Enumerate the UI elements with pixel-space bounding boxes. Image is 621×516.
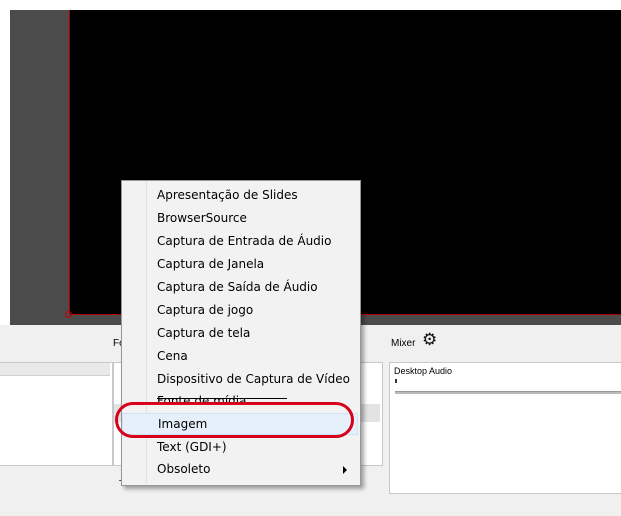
mixer-channel-label: Desktop Audio <box>394 366 453 376</box>
menu-item-browsersource[interactable]: BrowserSource <box>122 208 358 230</box>
scenes-list[interactable] <box>0 362 113 466</box>
menu-item-captura-entrada-audio[interactable]: Captura de Entrada de Áudio <box>122 231 358 253</box>
annotation-overlap-line <box>157 398 287 399</box>
gear-icon[interactable]: ⚙ <box>422 332 437 349</box>
menu-item-captura-saida-audio[interactable]: Captura de Saída de Áudio <box>122 277 358 299</box>
menu-item-label: Captura de Saída de Áudio <box>157 280 318 294</box>
menu-item-apresentacao-de-slides[interactable]: Apresentação de Slides <box>122 185 358 207</box>
mixer-panel <box>389 362 621 494</box>
menu-item-label: Dispositivo de Captura de Vídeo <box>157 372 350 386</box>
menu-item-label: Captura de tela <box>157 326 251 340</box>
menu-item-label: Cena <box>157 349 188 363</box>
menu-item-label: Apresentação de Slides <box>157 188 298 202</box>
menu-item-captura-jogo[interactable]: Captura de jogo <box>122 300 358 322</box>
menu-item-captura-janela[interactable]: Captura de Janela <box>122 254 358 276</box>
menu-item-label: Text (GDI+) <box>157 440 227 454</box>
resize-handle[interactable] <box>65 311 72 318</box>
menu-item-text-gdi[interactable]: Text (GDI+) <box>122 437 358 459</box>
volume-meter <box>395 379 397 383</box>
menu-item-cena[interactable]: Cena <box>122 346 358 368</box>
menu-item-captura-tela[interactable]: Captura de tela <box>122 323 358 345</box>
menu-item-label: BrowserSource <box>157 211 247 225</box>
volume-slider[interactable] <box>395 391 621 394</box>
preview-source-border <box>69 10 70 315</box>
menu-item-label: Captura de Janela <box>157 257 265 271</box>
menu-item-obsoleto[interactable]: Obsoleto <box>122 459 358 481</box>
submenu-arrow-icon <box>343 466 347 474</box>
menu-item-label: Captura de Entrada de Áudio <box>157 234 332 248</box>
mixer-dock-title: Mixer <box>391 338 416 349</box>
menu-item-dispositivo-captura-video[interactable]: Dispositivo de Captura de Vídeo <box>122 369 358 391</box>
highlight-annotation <box>115 402 354 438</box>
scenes-list-selected-row[interactable] <box>0 363 110 376</box>
menu-item-label: Captura de jogo <box>157 303 254 317</box>
menu-item-label: Obsoleto <box>157 462 211 476</box>
